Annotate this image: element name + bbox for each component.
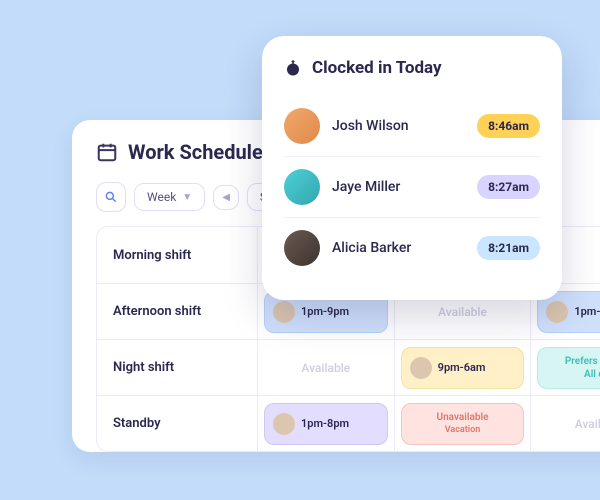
employee-row[interactable]: Jaye Miller 8:27am <box>284 156 540 217</box>
employee-row[interactable]: Josh Wilson 8:46am <box>284 96 540 156</box>
employee-name: Josh Wilson <box>332 118 465 134</box>
employee-name: Jaye Miller <box>332 179 465 195</box>
schedule-title: Work Schedule <box>128 140 263 164</box>
available-label: Available <box>438 305 487 319</box>
clocked-header: Clocked in Today <box>284 58 540 78</box>
shift-time: 1pm-9pm <box>574 305 600 318</box>
pref-line2: All day <box>584 369 600 380</box>
unavailable-chip[interactable]: Unavailable Vacation <box>401 403 525 445</box>
search-button[interactable] <box>96 182 126 212</box>
schedule-cell[interactable]: Available <box>257 340 394 395</box>
prev-button[interactable]: ◀ <box>213 185 239 210</box>
employee-name: Alicia Barker <box>332 240 465 256</box>
view-selector[interactable]: Week ▼ <box>134 183 205 211</box>
schedule-cell[interactable]: 1pm-8pm <box>257 396 394 451</box>
available-label: Available <box>301 361 350 375</box>
clock-time-badge: 8:21am <box>477 236 540 260</box>
row-label: Standby <box>97 398 257 449</box>
available-label: Available <box>575 417 600 431</box>
employee-row[interactable]: Alicia Barker 8:21am <box>284 217 540 278</box>
shift-time: 9pm-6am <box>438 361 486 374</box>
schedule-row: Standby 1pm-8pm Unavailable Vacation Ava… <box>97 395 600 451</box>
schedule-cell[interactable]: Prefers to work All day <box>530 340 600 395</box>
chevron-down-icon: ▼ <box>182 192 192 203</box>
schedule-cell[interactable]: Unavailable Vacation <box>394 396 531 451</box>
chevron-left-icon: ◀ <box>222 192 230 203</box>
avatar <box>284 169 320 205</box>
clock-time-badge: 8:27am <box>477 175 540 199</box>
shift-time: 1pm-9pm <box>301 305 349 318</box>
clocked-title: Clocked in Today <box>312 58 442 78</box>
clocked-list: Josh Wilson 8:46am Jaye Miller 8:27am Al… <box>284 96 540 278</box>
avatar <box>546 301 568 323</box>
schedule-row: Night shift Available 9pm-6am Prefers to… <box>97 339 600 395</box>
avatar <box>284 230 320 266</box>
avatar <box>273 301 295 323</box>
unavail-line1: Unavailable <box>437 412 489 423</box>
schedule-cell[interactable]: 9pm-6am <box>394 340 531 395</box>
row-label: Afternoon shift <box>97 286 257 337</box>
clocked-in-panel: Clocked in Today Josh Wilson 8:46am Jaye… <box>262 36 562 300</box>
calendar-icon <box>96 141 118 163</box>
row-label: Night shift <box>97 342 257 393</box>
clock-time-badge: 8:46am <box>477 114 540 138</box>
pref-line1: Prefers to work <box>565 356 600 367</box>
schedule-cell[interactable]: Available <box>530 396 600 451</box>
shift-chip[interactable]: 9pm-6am <box>401 347 525 389</box>
view-label: Week <box>147 190 176 204</box>
preference-chip[interactable]: Prefers to work All day <box>537 347 600 389</box>
stopwatch-icon <box>284 59 302 77</box>
row-label: Morning shift <box>97 230 257 281</box>
avatar <box>284 108 320 144</box>
avatar <box>410 357 432 379</box>
search-icon <box>104 190 118 204</box>
shift-chip[interactable]: 1pm-8pm <box>264 403 388 445</box>
unavail-line2: Vacation <box>445 425 481 435</box>
avatar <box>273 413 295 435</box>
shift-time: 1pm-8pm <box>301 417 349 430</box>
